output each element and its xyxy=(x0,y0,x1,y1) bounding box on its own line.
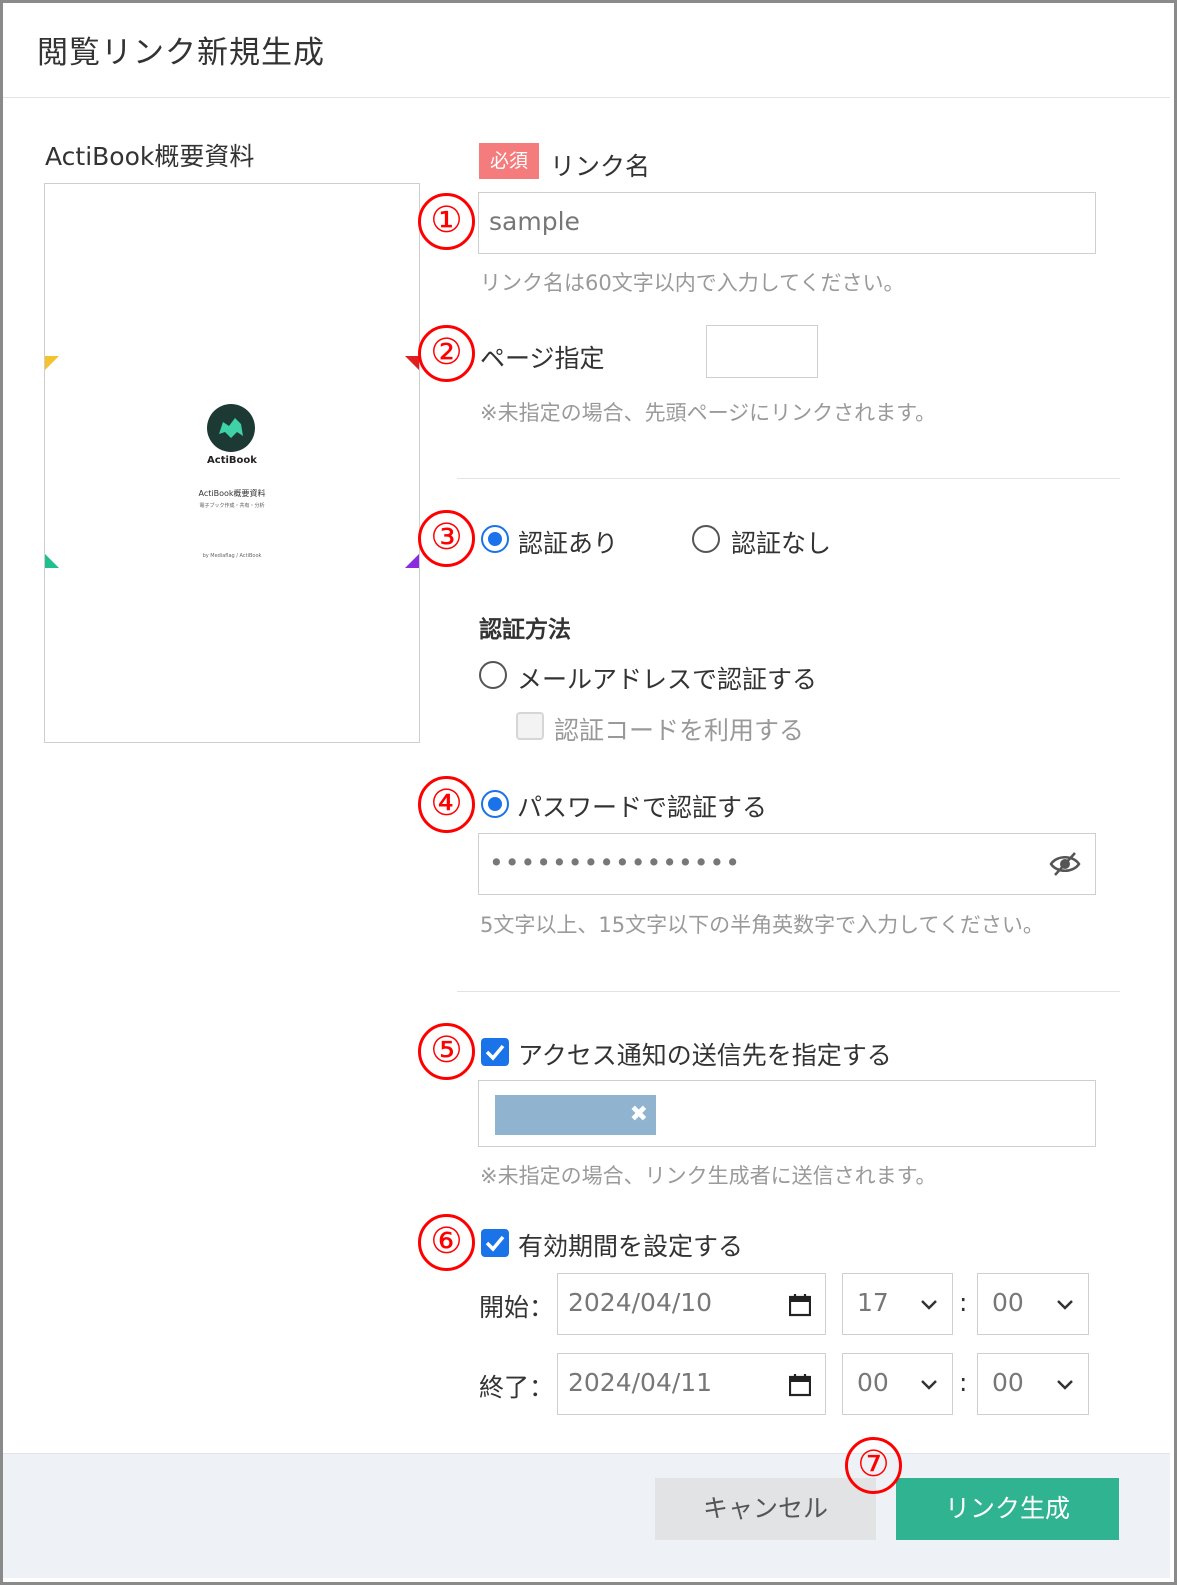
email-auth-label: メールアドレスで認証する xyxy=(517,665,818,694)
end-hour-value: 00 xyxy=(857,1368,889,1397)
start-label: 開始： xyxy=(479,1293,555,1322)
required-badge: 必須 xyxy=(479,143,539,179)
corner-mark-yellow xyxy=(45,356,59,370)
password-auth-label: パスワードで認証する xyxy=(517,793,768,822)
notify-hint: ※未指定の場合、リンク生成者に送信されます。 xyxy=(480,1164,937,1188)
page-hint: ※未指定の場合、先頭ページにリンクされます。 xyxy=(480,401,937,425)
link-name-value: sample xyxy=(489,207,580,236)
chevron-down-icon xyxy=(1056,1296,1074,1315)
annotation-marker-1: ① xyxy=(418,193,475,250)
eye-slash-icon[interactable] xyxy=(1049,851,1081,881)
page-label: ページ指定 xyxy=(480,344,605,373)
chevron-down-icon xyxy=(1056,1376,1074,1395)
password-value: •••••••••••••••• xyxy=(489,848,741,877)
auth-code-label: 認証コードを利用する xyxy=(554,716,805,745)
annotation-marker-5: ⑤ xyxy=(418,1023,475,1080)
actibook-logo-icon xyxy=(207,404,255,452)
auth-code-checkbox[interactable] xyxy=(516,712,544,740)
expiry-checkbox[interactable] xyxy=(481,1229,509,1257)
time-colon: : xyxy=(959,1288,968,1317)
notify-label: アクセス通知の送信先を指定する xyxy=(518,1041,892,1070)
annotation-marker-7: ⑦ xyxy=(845,1437,902,1494)
end-date-input[interactable]: 2024/04/11 xyxy=(557,1353,826,1415)
password-hint: 5文字以上、15文字以下の半角英数字で入力してください。 xyxy=(480,913,1044,937)
end-label: 終了： xyxy=(479,1373,555,1402)
auth-method-title: 認証方法 xyxy=(479,617,571,643)
thumbnail-subtitle: 電子ブック作成・共有・分析 xyxy=(199,503,265,509)
dialog-title: 閲覧リンク新規生成 xyxy=(37,35,325,71)
time-colon: : xyxy=(959,1368,968,1397)
check-icon xyxy=(485,1044,505,1061)
thumbnail-doc-title: ActiBook概要資料 xyxy=(198,489,266,498)
start-date-input[interactable]: 2024/04/10 xyxy=(557,1273,826,1335)
start-hour-value: 17 xyxy=(857,1288,889,1317)
divider xyxy=(457,478,1120,479)
auth-on-label: 認証あり xyxy=(518,529,619,558)
start-minute-value: 00 xyxy=(992,1288,1024,1317)
end-date-value: 2024/04/11 xyxy=(568,1368,713,1397)
start-hour-select[interactable]: 17 xyxy=(842,1273,953,1335)
chip-remove-icon[interactable]: ✖ xyxy=(630,1102,648,1127)
thumbnail-brand: ActiBook xyxy=(207,455,257,466)
end-hour-select[interactable]: 00 xyxy=(842,1353,953,1415)
document-thumbnail: ActiBook ActiBook概要資料 電子ブック作成・共有・分析 by M… xyxy=(44,183,420,743)
annotation-marker-4: ④ xyxy=(418,776,475,833)
auth-off-radio[interactable] xyxy=(692,525,720,553)
chevron-down-icon xyxy=(920,1376,938,1395)
auth-on-radio[interactable] xyxy=(481,525,509,553)
auth-off-label: 認証なし xyxy=(731,529,832,558)
link-name-label: リンク名 xyxy=(550,152,651,181)
calendar-icon[interactable] xyxy=(788,1293,812,1321)
annotation-marker-2: ② xyxy=(418,325,475,382)
chevron-down-icon xyxy=(920,1296,938,1315)
create-link-button[interactable]: リンク生成 xyxy=(896,1478,1119,1540)
thumbnail-footer: by Mediaflag / ActiBook xyxy=(202,553,262,559)
annotation-marker-3: ③ xyxy=(418,510,475,567)
document-title: ActiBook概要資料 xyxy=(45,142,255,171)
notify-checkbox[interactable] xyxy=(481,1038,509,1066)
link-name-input[interactable]: sample xyxy=(478,192,1096,254)
email-auth-radio[interactable] xyxy=(479,661,507,689)
divider xyxy=(457,991,1120,992)
end-minute-select[interactable]: 00 xyxy=(977,1353,1089,1415)
link-name-hint: リンク名は60文字以内で入力してください。 xyxy=(480,271,905,295)
annotation-marker-6: ⑥ xyxy=(418,1214,475,1271)
password-auth-radio[interactable] xyxy=(481,790,509,818)
check-icon xyxy=(485,1235,505,1252)
password-input[interactable]: •••••••••••••••• xyxy=(478,833,1096,895)
page-input[interactable] xyxy=(706,325,818,378)
calendar-icon[interactable] xyxy=(788,1373,812,1401)
corner-mark-red xyxy=(405,356,419,370)
dialog-header: 閲覧リンク新規生成 xyxy=(3,3,1170,98)
expiry-label: 有効期間を設定する xyxy=(518,1232,744,1261)
recipient-chip: ✖ xyxy=(495,1095,656,1135)
end-minute-value: 00 xyxy=(992,1368,1024,1397)
start-minute-select[interactable]: 00 xyxy=(977,1273,1089,1335)
start-date-value: 2024/04/10 xyxy=(568,1288,713,1317)
cancel-button[interactable]: キャンセル xyxy=(655,1478,876,1540)
